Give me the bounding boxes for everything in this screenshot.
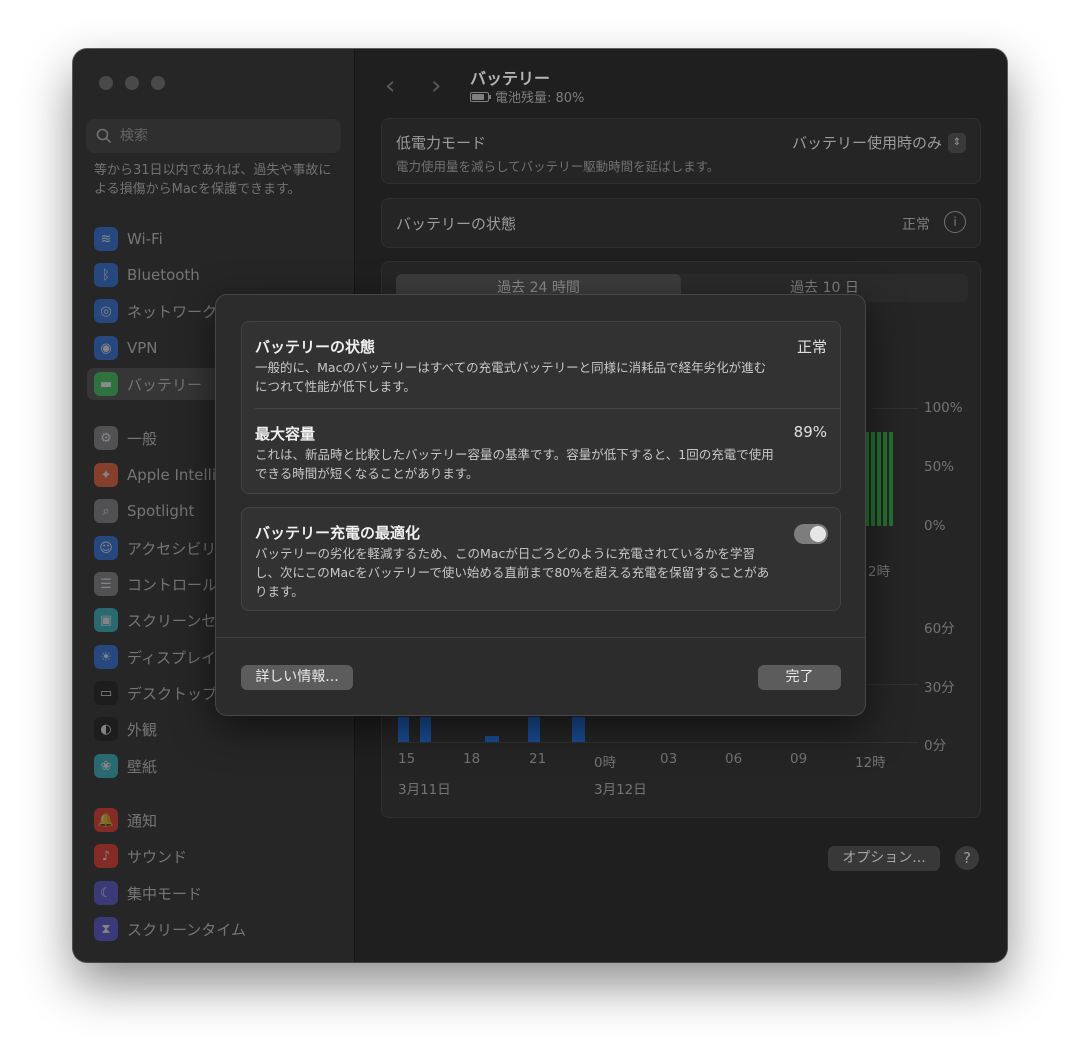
done-button[interactable]: 完了: [758, 665, 841, 690]
dialog-health-value: 正常: [796, 338, 827, 356]
dialog-health-title: バッテリーの状態: [255, 338, 376, 356]
battery-health-dialog: バッテリーの状態 正常 一般的に、Macのバッテリーはすべての充電式バッテリーと…: [215, 294, 866, 716]
optimize-charging-title: バッテリー充電の最適化: [255, 524, 421, 542]
more-info-button[interactable]: 詳しい情報...: [241, 665, 353, 690]
card-separator: [255, 408, 840, 409]
dialog-capacity-desc: これは、新品時と比較したバッテリー容量の基準です。容量が低下すると、1回の充電で…: [255, 447, 774, 481]
optimize-charging-card: バッテリー充電の最適化 バッテリーの劣化を軽減するため、このMacが日ごろどのよ…: [241, 507, 841, 611]
dialog-footer-separator: [216, 637, 865, 638]
health-info-card: バッテリーの状態 正常 一般的に、Macのバッテリーはすべての充電式バッテリーと…: [241, 321, 841, 494]
dialog-capacity-value: 89%: [793, 423, 827, 441]
optimize-charging-toggle[interactable]: [794, 524, 828, 544]
optimize-charging-desc: バッテリーの劣化を軽減するため、このMacが日ごろどのように充電されているかを学…: [255, 546, 770, 599]
dialog-capacity-title: 最大容量: [255, 425, 316, 443]
dialog-health-desc: 一般的に、Macのバッテリーはすべての充電式バッテリーと同様に消耗品で経年劣化が…: [255, 360, 767, 394]
